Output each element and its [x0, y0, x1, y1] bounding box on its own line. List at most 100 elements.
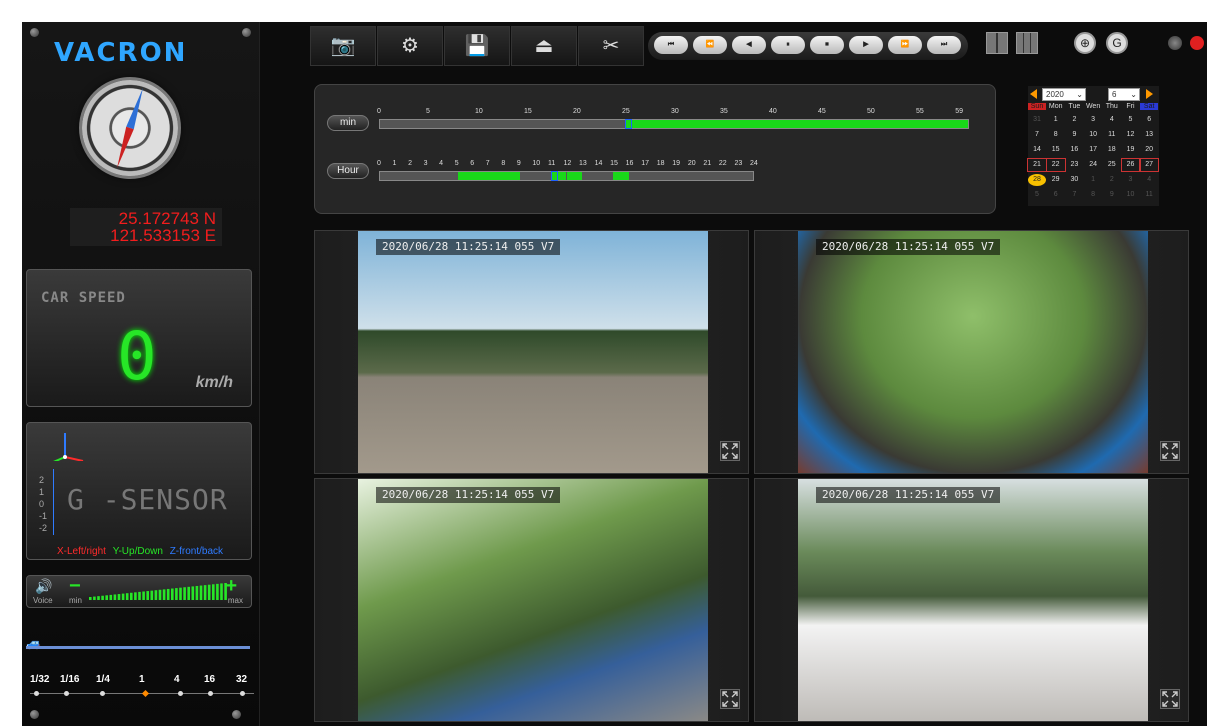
calendar-day[interactable]: 2 — [1065, 114, 1083, 126]
calendar-day[interactable]: 22 — [1045, 158, 1066, 172]
playback-speed-tick[interactable] — [100, 691, 105, 696]
playback-speed-tick[interactable] — [240, 691, 245, 696]
fullscreen-icon[interactable] — [1160, 689, 1180, 709]
stop-icon[interactable]: ⏹ — [810, 36, 844, 54]
close-icon[interactable] — [1190, 36, 1204, 50]
calendar-day[interactable]: 3 — [1122, 174, 1140, 186]
tools-button[interactable]: ✂ — [578, 26, 644, 66]
camera-view-3[interactable]: 2020/06/28 11:25:14 055 V7 — [314, 478, 749, 722]
calendar-day[interactable]: 3 — [1084, 114, 1102, 126]
camera-view-2[interactable]: 2020/06/28 11:25:14 055 V7 — [754, 230, 1189, 474]
calendar-day[interactable]: 17 — [1084, 144, 1102, 156]
snapshot-button[interactable]: 📷 — [310, 26, 376, 66]
calendar-day[interactable]: 25 — [1103, 159, 1121, 171]
playback-speed-label[interactable]: 4 — [174, 674, 180, 685]
calendar-day[interactable]: 4 — [1103, 114, 1121, 126]
calendar-day[interactable]: 19 — [1122, 144, 1140, 156]
timeline-cursor[interactable] — [625, 119, 632, 129]
year-select[interactable]: 2020 ⌄ — [1042, 88, 1086, 101]
calendar-day[interactable]: 26 — [1120, 158, 1141, 172]
calendar-day[interactable]: 15 — [1047, 144, 1065, 156]
calendar-day[interactable]: 13 — [1140, 129, 1158, 141]
playback-speed-label[interactable]: 1 — [139, 674, 145, 685]
playback-speed-selector[interactable]: 1/32 1/16 1/4 1 4 16 32 — [22, 674, 260, 714]
calendar-day[interactable]: 8 — [1047, 129, 1065, 141]
calendar-day[interactable]: 6 — [1140, 114, 1158, 126]
calendar-day[interactable]: 5 — [1122, 114, 1140, 126]
rewind-icon[interactable]: ⏪ — [693, 36, 727, 54]
camera-view-1[interactable]: 2020/06/28 11:25:14 055 V7 — [314, 230, 749, 474]
last-icon[interactable]: ⏭ — [927, 36, 961, 54]
calendar-day[interactable]: 29 — [1047, 174, 1065, 186]
fast-forward-icon[interactable]: ⏩ — [888, 36, 922, 54]
volume-down-button[interactable]: − — [69, 576, 81, 596]
minute-timeline-track[interactable] — [379, 119, 969, 129]
calendar-day[interactable]: 20 — [1140, 144, 1158, 156]
prev-month-icon[interactable] — [1030, 89, 1037, 99]
recorded-segment[interactable] — [566, 172, 583, 180]
calendar-day[interactable]: 14 — [1028, 144, 1046, 156]
playback-speed-label[interactable]: 1/16 — [60, 674, 79, 685]
month-select[interactable]: 6 ⌄ — [1108, 88, 1140, 101]
step-back-icon[interactable]: ◀ — [732, 36, 766, 54]
volume-up-button[interactable]: + — [225, 576, 237, 596]
calendar-day[interactable]: 12 — [1122, 129, 1140, 141]
eject-button[interactable]: ⏏ — [511, 26, 577, 66]
calendar-day[interactable]: 7 — [1028, 129, 1046, 141]
playback-speed-label[interactable]: 32 — [236, 674, 247, 685]
calendar-day[interactable]: 4 — [1140, 174, 1158, 186]
calendar-day[interactable]: 24 — [1084, 159, 1102, 171]
camera-video-feed[interactable]: 2020/06/28 11:25:14 055 V7 — [358, 479, 708, 721]
next-month-icon[interactable] — [1146, 89, 1153, 99]
playback-speed-label[interactable]: 16 — [204, 674, 215, 685]
playback-speed-tick[interactable] — [178, 691, 183, 696]
camera-video-feed[interactable]: 2020/06/28 11:25:14 055 V7 — [358, 231, 708, 473]
calendar-day[interactable]: 10 — [1122, 189, 1140, 201]
minimize-icon[interactable] — [1168, 36, 1182, 50]
calendar-day[interactable]: 9 — [1103, 189, 1121, 201]
calendar-day[interactable]: 2 — [1103, 174, 1121, 186]
recorded-segment[interactable] — [613, 172, 629, 180]
layout-4-icon[interactable] — [986, 32, 1008, 54]
fullscreen-icon[interactable] — [1160, 441, 1180, 461]
calendar-day[interactable]: 21 — [1027, 158, 1047, 172]
camera-video-feed[interactable]: 2020/06/28 11:25:14 055 V7 — [798, 479, 1148, 721]
playback-speed-tick[interactable] — [208, 691, 213, 696]
calendar-day[interactable]: 9 — [1065, 129, 1083, 141]
speaker-icon[interactable]: 🔊 — [35, 578, 52, 595]
calendar-day[interactable]: 6 — [1047, 189, 1065, 201]
camera-video-feed[interactable]: 2020/06/28 11:25:14 055 V7 — [798, 231, 1148, 473]
min-scale-button[interactable]: min — [327, 115, 369, 131]
calendar-day[interactable]: 18 — [1103, 144, 1121, 156]
play-icon[interactable]: ▶ — [849, 36, 883, 54]
calendar-day[interactable]: 1 — [1047, 114, 1065, 126]
playback-speed-tick[interactable] — [34, 691, 39, 696]
playback-speed-tick[interactable] — [64, 691, 69, 696]
hour-timeline-track[interactable] — [379, 171, 754, 181]
calendar-day[interactable]: 16 — [1065, 144, 1083, 156]
settings-button[interactable]: ⚙ — [377, 26, 443, 66]
calendar-day[interactable]: 1 — [1084, 174, 1102, 186]
first-icon[interactable]: ⏮ — [654, 36, 688, 54]
pause-icon[interactable]: ⏸ — [771, 36, 805, 54]
calendar-day[interactable]: 27 — [1139, 158, 1160, 172]
calendar-day[interactable]: 5 — [1028, 189, 1046, 201]
fullscreen-icon[interactable] — [720, 689, 740, 709]
calendar-day[interactable]: 30 — [1065, 174, 1083, 186]
calendar-day[interactable]: 8 — [1084, 189, 1102, 201]
calendar-day[interactable]: 11 — [1103, 129, 1121, 141]
recorded-segment[interactable] — [625, 120, 968, 128]
layout-9-icon[interactable] — [1016, 32, 1038, 54]
calendar-day[interactable]: 10 — [1084, 129, 1102, 141]
volume-slider[interactable] — [89, 582, 229, 600]
calendar-day[interactable]: 23 — [1065, 159, 1083, 171]
camera-view-4[interactable]: 2020/06/28 11:25:14 055 V7 — [754, 478, 1189, 722]
playback-speed-label[interactable]: 1/32 — [30, 674, 49, 685]
hour-scale-button[interactable]: Hour — [327, 163, 369, 179]
google-earth-icon[interactable]: G — [1106, 32, 1128, 54]
globe-icon[interactable]: ⊕ — [1074, 32, 1096, 54]
calendar-day[interactable]: 28 — [1028, 174, 1046, 186]
calendar-day[interactable]: 7 — [1065, 189, 1083, 201]
calendar-day[interactable]: 31 — [1028, 114, 1046, 126]
playback-progress-bar[interactable] — [26, 646, 250, 649]
